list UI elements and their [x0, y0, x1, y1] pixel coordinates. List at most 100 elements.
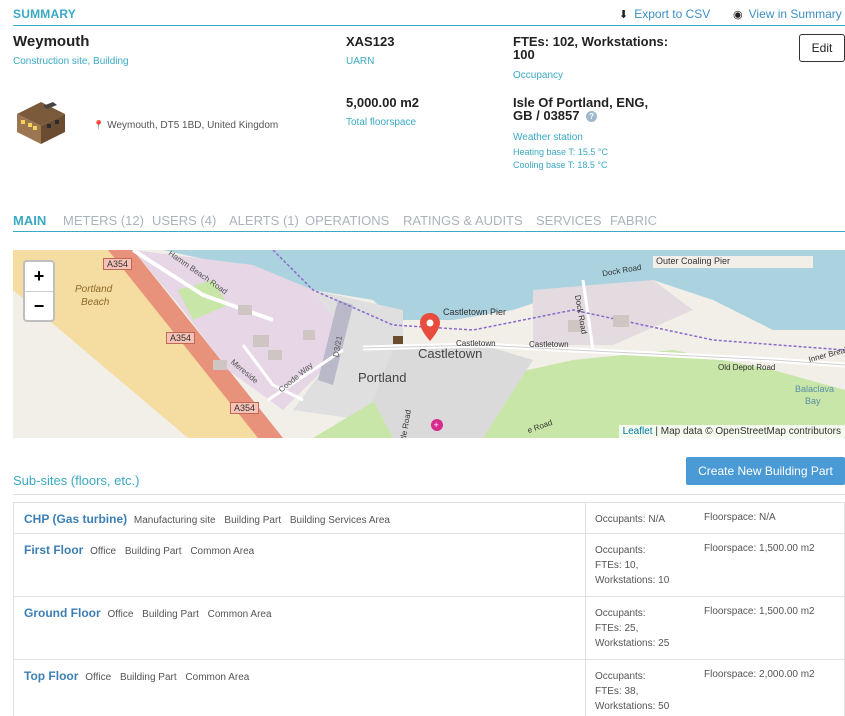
- occupants-line: Occupants:: [595, 545, 646, 556]
- map-label: Bay: [805, 396, 821, 406]
- subsite-type: Office: [107, 609, 134, 620]
- map-tiles[interactable]: +: [13, 250, 845, 438]
- subsite-occupants: Occupants: FTEs: 38, Workstations: 50: [595, 669, 669, 714]
- uarn-value: XAS123: [346, 34, 395, 49]
- download-icon: ⬇: [619, 9, 629, 21]
- occupants-line: Workstations: 50: [595, 701, 670, 712]
- weather-station-label: Weather station: [513, 132, 583, 143]
- subsite-name-link[interactable]: CHP (Gas turbine): [24, 512, 127, 526]
- view-summary-link[interactable]: ◉ View in Summary: [733, 7, 842, 21]
- column-divider: [585, 597, 586, 659]
- site-address: 📍 Weymouth, DT5 1BD, United Kingdom: [93, 120, 278, 131]
- subsite-kind: Building Part: [124, 546, 182, 557]
- map-label: A354: [166, 332, 196, 344]
- occupants-line: Occupants:: [595, 608, 646, 619]
- tab-fabric[interactable]: FABRIC: [610, 213, 657, 228]
- tab-users[interactable]: USERS (4): [152, 213, 216, 228]
- map-label: Portland: [358, 370, 407, 385]
- zoom-in-button[interactable]: +: [25, 262, 53, 291]
- map-label: Castletown: [529, 340, 569, 349]
- map-label: A354: [230, 402, 260, 414]
- uarn-label: UARN: [346, 56, 375, 67]
- tab-services[interactable]: SERVICES: [536, 213, 602, 228]
- tab-operations[interactable]: OPERATIONS: [305, 213, 389, 228]
- svg-text:+: +: [434, 420, 439, 430]
- subsite-kind: Building Part: [224, 515, 282, 526]
- site-address-text: Weymouth, DT5 1BD, United Kingdom: [107, 120, 279, 131]
- column-divider: [585, 660, 586, 716]
- tab-ratings-audits[interactable]: RATINGS & AUDITS: [403, 213, 523, 228]
- export-csv-label: Export to CSV: [634, 7, 711, 21]
- map-label: Castletown Pier: [443, 307, 507, 317]
- subsite-floorspace: Floorspace: 2,000.00 m2: [704, 669, 815, 680]
- subsite-floorspace: Floorspace: N/A: [704, 512, 776, 523]
- subsites-table: CHP (Gas turbine) Manufacturing site Bui…: [13, 502, 845, 716]
- tab-alerts[interactable]: ALERTS (1): [229, 213, 299, 228]
- table-row[interactable]: First Floor Office Building Part Common …: [14, 534, 844, 597]
- column-divider: [585, 503, 586, 533]
- subsite-info: CHP (Gas turbine) Manufacturing site Bui…: [24, 512, 396, 526]
- question-circle-icon[interactable]: ?: [586, 111, 598, 123]
- subsite-occupants: Occupants: FTEs: 25, Workstations: 25: [595, 606, 669, 651]
- subsite-type: Manufacturing site: [133, 515, 216, 526]
- subsite-kind: Building Part: [119, 672, 177, 683]
- subsite-kind: Building Part: [142, 609, 199, 620]
- occupancy-label: Occupancy: [513, 70, 564, 81]
- zoom-control: + −: [23, 260, 55, 322]
- site-name: Weymouth: [13, 33, 90, 50]
- subsite-area: Building Services Area: [289, 515, 390, 526]
- subsite-info: First Floor Office Building Part Common …: [24, 543, 260, 557]
- table-row[interactable]: CHP (Gas turbine) Manufacturing site Bui…: [14, 503, 844, 534]
- summary-title: SUMMARY: [13, 7, 76, 21]
- map-label: A354: [103, 258, 133, 270]
- map-pin-icon: 📍: [93, 120, 105, 130]
- subsite-occupants: Occupants: N/A: [595, 512, 665, 527]
- site-type: Construction site, Building: [13, 56, 129, 67]
- map-attribution: Leaflet | Map data © OpenStreetMap contr…: [618, 425, 845, 438]
- occupants-line: Workstations: 10: [595, 575, 670, 586]
- map-label: Castletown: [418, 346, 483, 361]
- weather-station-value: Isle Of Portland, ENG, GB / 03857 ?: [513, 96, 648, 123]
- subsite-name-link[interactable]: Top Floor: [24, 669, 78, 683]
- occupancy-line2: 100: [513, 47, 535, 62]
- map-label: Outer Coaling Pier: [656, 256, 731, 266]
- heating-base: Heating base T: 15.5 °C: [513, 147, 608, 157]
- tab-bar: MAIN METERS (12) USERS (4) ALERTS (1) OP…: [13, 212, 845, 232]
- subsite-name-link[interactable]: Ground Floor: [24, 606, 101, 620]
- subsite-info: Ground Floor Office Building Part Common…: [24, 606, 278, 620]
- occupancy-value: FTEs: 102, Workstations: 100: [513, 35, 668, 61]
- tab-main[interactable]: MAIN: [13, 213, 46, 228]
- zoom-out-button[interactable]: −: [25, 291, 53, 320]
- map-marker-icon[interactable]: [420, 313, 440, 341]
- summary-header: SUMMARY ⬇ Export to CSV ◉ View in Summary: [13, 6, 845, 26]
- subsite-info: Top Floor Office Building Part Common Ar…: [24, 669, 255, 683]
- export-csv-link[interactable]: ⬇ Export to CSV: [619, 7, 710, 21]
- subsite-type: Office: [90, 546, 117, 557]
- subsite-floorspace: Floorspace: 1,500.00 m2: [704, 543, 815, 554]
- table-row[interactable]: Top Floor Office Building Part Common Ar…: [14, 660, 844, 716]
- subsite-name-link[interactable]: First Floor: [24, 543, 83, 557]
- edit-button[interactable]: Edit: [799, 34, 845, 62]
- create-building-part-button[interactable]: Create New Building Part: [686, 457, 845, 485]
- occupants-line: FTEs: 25,: [595, 623, 639, 634]
- subsite-floorspace: Floorspace: 1,500.00 m2: [704, 606, 815, 617]
- table-row[interactable]: Ground Floor Office Building Part Common…: [14, 597, 844, 660]
- floorspace-value: 5,000.00 m2: [346, 95, 420, 110]
- leaflet-link[interactable]: Leaflet: [623, 426, 653, 437]
- floorspace-label: Total floorspace: [346, 117, 417, 128]
- subsite-area: Common Area: [207, 609, 272, 620]
- eye-icon: ◉: [733, 9, 743, 21]
- occupancy-line1: FTEs: 102, Workstations:: [513, 34, 669, 49]
- occupants-line: FTEs: 10,: [595, 560, 639, 571]
- occupants-line: Occupants:: [595, 671, 646, 682]
- attribution-text: | Map data © OpenStreetMap contributors: [652, 426, 841, 437]
- site-map[interactable]: + A354 A354 A354 Portland Beach Hamm Bea…: [13, 250, 845, 438]
- occupants-line: Workstations: 25: [595, 638, 670, 649]
- map-label: Old Depot Road: [718, 363, 776, 372]
- cooling-base: Cooling base T: 18.5 °C: [513, 160, 608, 170]
- map-label: Balaclava: [795, 384, 835, 394]
- tab-meters[interactable]: METERS (12): [63, 213, 144, 228]
- occupants-line: FTEs: 38,: [595, 686, 639, 697]
- occupants-line: Occupants: N/A: [595, 514, 666, 525]
- weather-line2: GB / 03857: [513, 108, 580, 123]
